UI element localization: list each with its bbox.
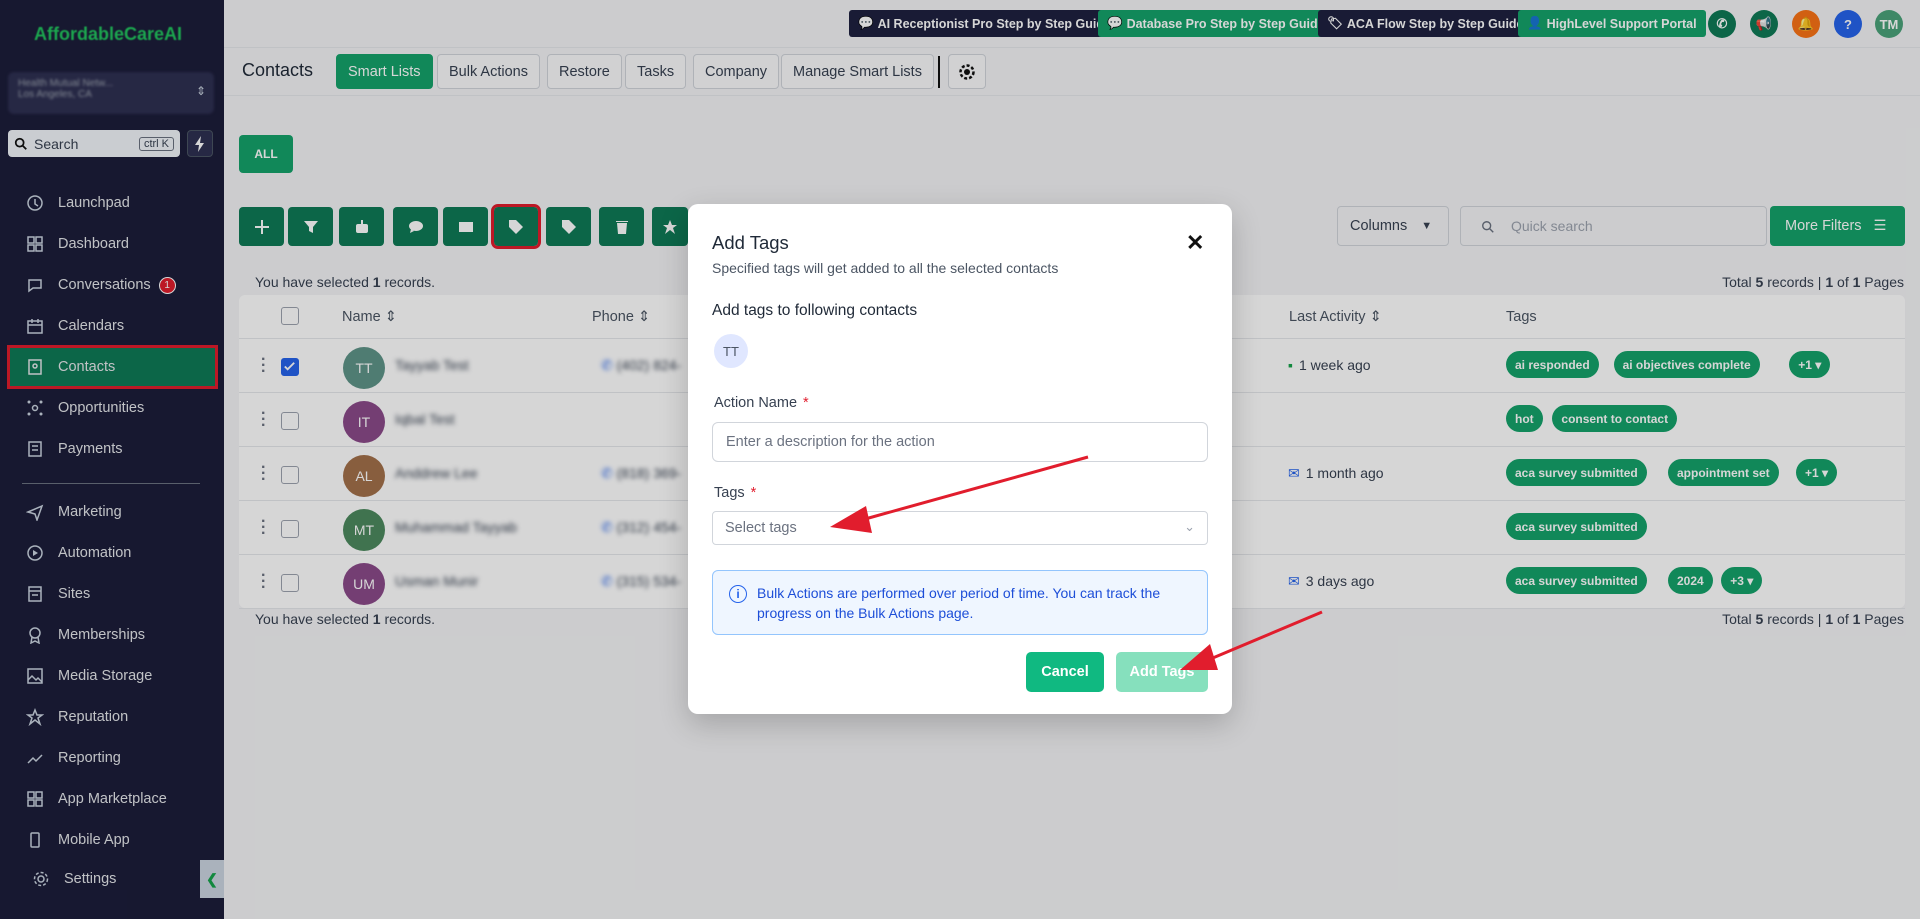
arrow-to-tags-select xyxy=(857,455,1089,523)
arrow-to-add-tags-button xyxy=(1207,610,1323,662)
annotation-arrows xyxy=(830,455,1323,670)
arrow-head xyxy=(830,506,872,533)
arrow-head xyxy=(1180,644,1218,670)
